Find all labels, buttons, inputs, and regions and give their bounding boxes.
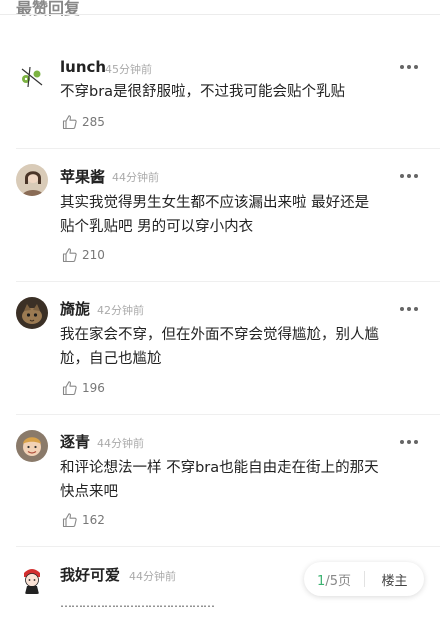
divider [16,546,440,547]
total-pages: /5页 [325,573,351,589]
avatar[interactable] [16,297,48,329]
divider [16,281,440,282]
thumbs-up-icon [62,115,77,130]
comment-time: 44分钟前 [97,437,144,450]
like-button[interactable]: 285 [62,112,105,132]
floor-owner-button[interactable]: 楼主 [365,570,424,589]
more-icon[interactable] [400,439,418,445]
avatar[interactable] [16,59,48,91]
comment-time: 42分钟前 [97,304,144,317]
divider [16,414,440,415]
divider [0,14,440,15]
like-count: 196 [82,381,105,395]
like-count: 210 [82,248,105,262]
thumbs-up-icon [62,381,77,396]
like-count: 162 [82,513,105,527]
avatar[interactable] [16,430,48,462]
comment-time: 45分钟前 [105,63,152,76]
section-title: 最赞回复 [16,0,81,18]
like-button[interactable]: 210 [62,245,105,265]
comment-text: 和评论想法一样 不穿bra也能自由走在街上的那天 快点来吧 [60,460,379,500]
comment-time: 44分钟前 [129,570,176,583]
comment-author[interactable]: 旖旎 [60,298,90,319]
comment-author[interactable]: 我好可爱 [60,564,120,585]
page-indicator[interactable]: 1/5页 [304,570,364,589]
more-icon[interactable] [400,64,418,70]
comment-text: 其实我觉得男生女生都不应该漏出来啦 最好还是 贴个乳贴吧 男的可以穿小内衣 [60,195,370,235]
page-navigator: 1/5页 楼主 [304,562,424,596]
more-icon[interactable] [400,306,418,312]
avatar[interactable] [16,164,48,196]
comment-text: 不穿bra是很舒服啦，不过我可能会贴个乳贴 [60,84,346,100]
like-button[interactable]: 162 [62,510,105,530]
avatar[interactable] [16,563,48,595]
comment-author[interactable]: lunch [60,58,106,76]
comment-time: 44分钟前 [112,171,159,184]
comment-author[interactable]: 苹果酱 [60,166,105,187]
thumbs-up-icon [62,513,77,528]
thumbs-up-icon [62,248,77,263]
like-count: 285 [82,115,105,129]
comment-author[interactable]: 逐青 [60,431,90,452]
more-icon[interactable] [400,173,418,179]
comment-text: …………………………………… [60,596,215,610]
like-button[interactable]: 196 [62,378,105,398]
comment-text: 我在家会不穿，但在外面不穿会觉得尴尬，别人尴 尬，自己也尴尬 [60,327,379,367]
divider [16,148,440,149]
